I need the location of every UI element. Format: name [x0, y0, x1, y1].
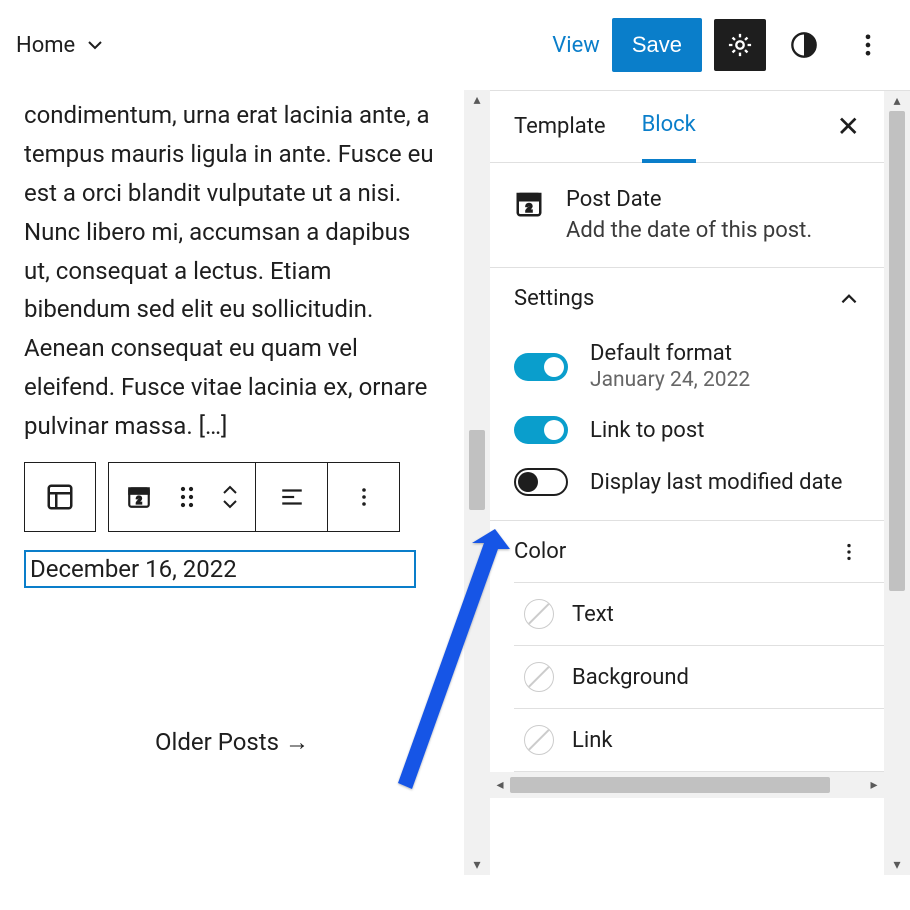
older-posts-link[interactable]: Older Posts →: [24, 728, 440, 757]
editor-vertical-scrollbar[interactable]: ▴ ▾: [464, 90, 490, 875]
contrast-icon: [790, 31, 818, 59]
styles-button[interactable]: [778, 19, 830, 71]
block-description: Add the date of this post.: [566, 218, 812, 243]
more-vertical-icon[interactable]: [838, 541, 860, 563]
toolbar-move[interactable]: [205, 463, 255, 531]
settings-button[interactable]: [714, 19, 766, 71]
toolbar-more[interactable]: [327, 463, 399, 531]
tab-template[interactable]: Template: [514, 92, 606, 161]
scroll-up-icon: ▴: [884, 91, 910, 111]
empty-swatch-icon: [524, 662, 554, 692]
empty-swatch-icon: [524, 599, 554, 629]
link-to-post-label: Link to post: [590, 418, 704, 443]
svg-text:2: 2: [136, 495, 141, 506]
scrollbar-thumb[interactable]: [469, 430, 485, 510]
tab-block[interactable]: Block: [642, 91, 696, 163]
calendar-icon: 2: [126, 484, 152, 510]
svg-text:2: 2: [526, 203, 532, 215]
default-format-label: Default format: [590, 341, 750, 366]
close-sidebar-button[interactable]: ✕: [837, 110, 860, 143]
default-format-value: January 24, 2022: [590, 368, 750, 392]
scroll-left-icon: ◂: [490, 777, 510, 793]
color-link[interactable]: Link: [514, 709, 884, 772]
view-link[interactable]: View: [552, 33, 600, 58]
toggle-display-modified[interactable]: [514, 468, 568, 496]
more-button[interactable]: [842, 19, 894, 71]
toolbar-align[interactable]: [255, 463, 327, 531]
color-link-label: Link: [572, 728, 613, 753]
sidebar-vertical-scrollbar[interactable]: ▴ ▾: [884, 91, 910, 875]
scroll-up-icon: ▴: [464, 90, 490, 110]
color-background-label: Background: [572, 665, 689, 690]
color-panel-header[interactable]: Color: [490, 521, 884, 582]
sidebar-horizontal-scrollbar[interactable]: ◂ ▸: [490, 772, 884, 798]
chevron-up-icon: [221, 483, 239, 497]
align-left-icon: [279, 484, 305, 510]
scrollbar-thumb[interactable]: [889, 111, 905, 591]
color-label: Color: [514, 539, 566, 564]
post-date-block[interactable]: December 16, 2022: [24, 550, 416, 588]
empty-swatch-icon: [524, 725, 554, 755]
toggle-default-format[interactable]: [514, 353, 568, 381]
scroll-down-icon: ▾: [884, 855, 910, 875]
post-excerpt[interactable]: condimentum, urna erat lacinia ante, a t…: [24, 90, 440, 446]
toolbar-parent-select[interactable]: [24, 462, 96, 532]
more-vertical-icon: [854, 31, 882, 59]
save-button[interactable]: Save: [612, 18, 702, 72]
chevron-up-icon: [838, 288, 860, 310]
close-icon: ✕: [837, 110, 860, 143]
toolbar-drag-handle[interactable]: [169, 463, 205, 531]
scroll-down-icon: ▾: [464, 855, 490, 875]
chevron-down-icon: [221, 497, 239, 511]
scroll-right-icon: ▸: [864, 777, 884, 793]
gear-icon: [726, 31, 754, 59]
block-toolbar: 2: [24, 462, 440, 532]
toggle-link-to-post[interactable]: [514, 416, 568, 444]
settings-panel-header[interactable]: Settings: [490, 268, 884, 329]
breadcrumb[interactable]: Home: [16, 33, 107, 58]
color-text-label: Text: [572, 602, 614, 627]
post-date-icon: 2: [514, 189, 544, 219]
layout-icon: [45, 482, 75, 512]
drag-icon: [178, 485, 196, 509]
settings-label: Settings: [514, 286, 594, 311]
color-background[interactable]: Background: [514, 646, 884, 709]
block-title: Post Date: [566, 187, 812, 212]
color-text[interactable]: Text: [514, 583, 884, 646]
scrollbar-thumb[interactable]: [510, 777, 830, 793]
display-modified-label: Display last modified date: [590, 470, 842, 495]
chevron-down-icon: [83, 33, 107, 57]
toolbar-block-type[interactable]: 2: [109, 463, 169, 531]
breadcrumb-home: Home: [16, 33, 75, 58]
more-vertical-icon: [352, 485, 376, 509]
